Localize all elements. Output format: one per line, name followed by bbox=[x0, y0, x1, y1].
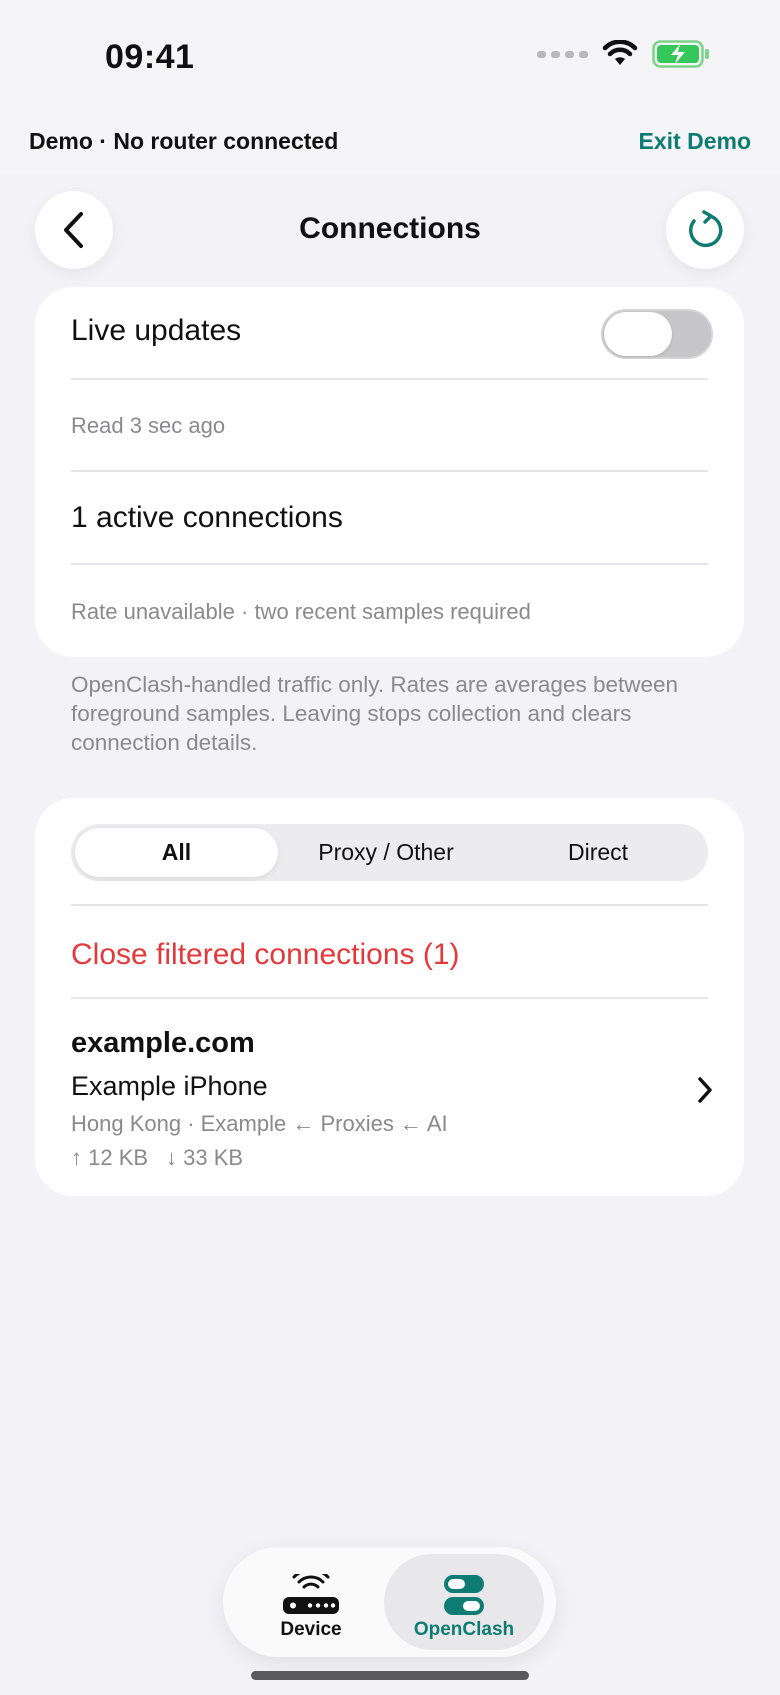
page-title: Connections bbox=[299, 212, 481, 245]
active-connections-count: 1 active connections bbox=[71, 501, 343, 534]
router-icon bbox=[283, 1574, 339, 1614]
connection-device: Example iPhone bbox=[71, 1071, 268, 1101]
refresh-button[interactable] bbox=[666, 191, 744, 269]
connection-host: example.com bbox=[71, 1027, 255, 1059]
home-indicator bbox=[251, 1671, 529, 1680]
filter-tab-all[interactable]: All bbox=[75, 828, 278, 877]
connection-traffic: ↑ 12 KB ↓ 33 KB bbox=[71, 1145, 243, 1171]
tab-device-label: Device bbox=[280, 1619, 342, 1640]
connection-route: Hong Kong · Example ← Proxies ← AI bbox=[71, 1111, 448, 1136]
divider bbox=[71, 378, 708, 380]
last-read-text: Read 3 sec ago bbox=[71, 413, 226, 438]
status-time: 09:41 bbox=[105, 38, 195, 76]
divider bbox=[71, 904, 708, 906]
rate-status-text: Rate unavailable · two recent samples re… bbox=[71, 599, 531, 624]
demo-bar: Demo · No router connected Exit Demo bbox=[0, 110, 780, 174]
tab-openclash-label: OpenClash bbox=[413, 1619, 515, 1640]
live-updates-card: Live updates Read 3 sec ago 1 active con… bbox=[35, 287, 744, 657]
refresh-icon bbox=[688, 210, 723, 248]
chevron-right-icon bbox=[698, 1077, 712, 1103]
download-bytes: ↓ 33 KB bbox=[166, 1145, 244, 1170]
bottom-tab-bar: Device OpenClash bbox=[223, 1547, 556, 1657]
upload-bytes: ↑ 12 KB bbox=[71, 1145, 149, 1170]
filter-segmented-control: All Proxy / Other Direct bbox=[71, 824, 708, 881]
close-filtered-connections-button[interactable]: Close filtered connections (1) bbox=[71, 938, 708, 972]
wifi-icon bbox=[602, 40, 638, 65]
tab-openclash[interactable]: OpenClash bbox=[384, 1554, 544, 1650]
toggles-icon bbox=[444, 1575, 484, 1615]
divider bbox=[71, 563, 708, 565]
filter-tab-proxy-other[interactable]: Proxy / Other bbox=[283, 828, 489, 877]
cellular-signal-icon bbox=[537, 50, 588, 58]
tab-device[interactable]: Device bbox=[231, 1554, 391, 1650]
exit-demo-button[interactable]: Exit Demo bbox=[639, 128, 751, 155]
filter-tab-direct[interactable]: Direct bbox=[495, 828, 701, 877]
battery-charging-icon bbox=[652, 40, 709, 68]
traffic-footnote: OpenClash-handled traffic only. Rates ar… bbox=[71, 672, 679, 755]
status-icons bbox=[537, 40, 710, 68]
live-updates-toggle[interactable] bbox=[601, 309, 713, 359]
divider bbox=[71, 470, 708, 472]
connections-card: All Proxy / Other Direct Close filtered … bbox=[35, 798, 744, 1196]
demo-status-text: Demo · No router connected bbox=[29, 128, 339, 154]
status-bar: 09:41 bbox=[0, 0, 780, 110]
toggle-knob bbox=[604, 312, 672, 356]
connection-list-item[interactable]: example.com Example iPhone Hong Kong · E… bbox=[35, 998, 744, 1188]
